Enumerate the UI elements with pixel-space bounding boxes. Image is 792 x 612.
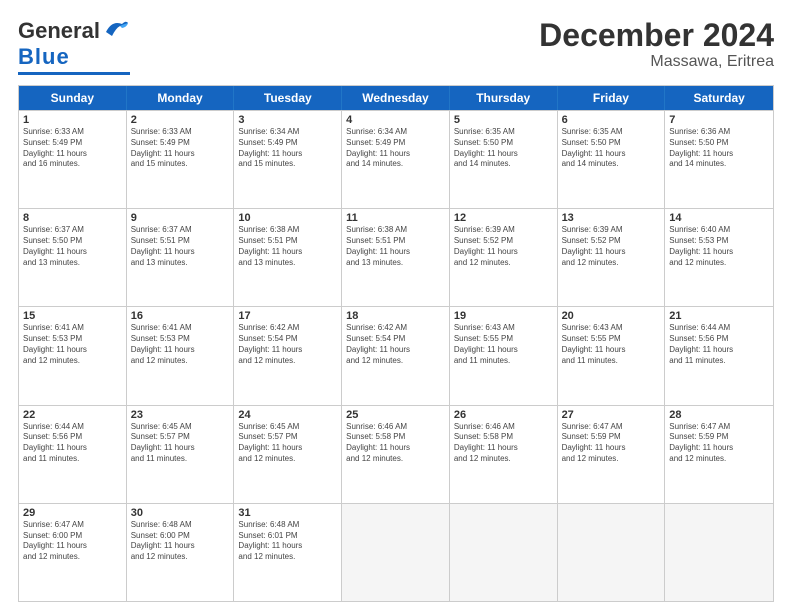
logo: General Blue xyxy=(18,18,130,75)
logo-general: General xyxy=(18,18,100,43)
header: General Blue December 2024 Massawa, Erit… xyxy=(18,18,774,75)
header-tuesday: Tuesday xyxy=(234,86,342,110)
logo-blue-text: Blue xyxy=(18,44,70,70)
day-14: 14 Sunrise: 6:40 AM Sunset: 5:53 PM Dayl… xyxy=(665,209,773,306)
day-10: 10 Sunrise: 6:38 AM Sunset: 5:51 PM Dayl… xyxy=(234,209,342,306)
day-7: 7 Sunrise: 6:36 AM Sunset: 5:50 PM Dayli… xyxy=(665,111,773,208)
empty-4 xyxy=(665,504,773,601)
day-27: 27 Sunrise: 6:47 AM Sunset: 5:59 PM Dayl… xyxy=(558,406,666,503)
day-20: 20 Sunrise: 6:43 AM Sunset: 5:55 PM Dayl… xyxy=(558,307,666,404)
day-11: 11 Sunrise: 6:38 AM Sunset: 5:51 PM Dayl… xyxy=(342,209,450,306)
week-4: 22 Sunrise: 6:44 AM Sunset: 5:56 PM Dayl… xyxy=(19,405,773,503)
day1-line2: Sunset: 5:49 PM xyxy=(23,138,122,149)
empty-1 xyxy=(342,504,450,601)
day-19: 19 Sunrise: 6:43 AM Sunset: 5:55 PM Dayl… xyxy=(450,307,558,404)
day-1: 1 Sunrise: 6:33 AM Sunset: 5:49 PM Dayli… xyxy=(19,111,127,208)
header-monday: Monday xyxy=(127,86,235,110)
day-30: 30 Sunrise: 6:48 AM Sunset: 6:00 PM Dayl… xyxy=(127,504,235,601)
day-4: 4 Sunrise: 6:34 AM Sunset: 5:49 PM Dayli… xyxy=(342,111,450,208)
day-12: 12 Sunrise: 6:39 AM Sunset: 5:52 PM Dayl… xyxy=(450,209,558,306)
header-thursday: Thursday xyxy=(450,86,558,110)
calendar-header: Sunday Monday Tuesday Wednesday Thursday… xyxy=(19,86,773,110)
week-5: 29 Sunrise: 6:47 AM Sunset: 6:00 PM Dayl… xyxy=(19,503,773,601)
day-23: 23 Sunrise: 6:45 AM Sunset: 5:57 PM Dayl… xyxy=(127,406,235,503)
day-24: 24 Sunrise: 6:45 AM Sunset: 5:57 PM Dayl… xyxy=(234,406,342,503)
day-13: 13 Sunrise: 6:39 AM Sunset: 5:52 PM Dayl… xyxy=(558,209,666,306)
day-8: 8 Sunrise: 6:37 AM Sunset: 5:50 PM Dayli… xyxy=(19,209,127,306)
empty-2 xyxy=(450,504,558,601)
page: General Blue December 2024 Massawa, Erit… xyxy=(0,0,792,612)
day1-line1: Sunrise: 6:33 AM xyxy=(23,127,122,138)
day-31: 31 Sunrise: 6:48 AM Sunset: 6:01 PM Dayl… xyxy=(234,504,342,601)
header-friday: Friday xyxy=(558,86,666,110)
header-sunday: Sunday xyxy=(19,86,127,110)
day-15: 15 Sunrise: 6:41 AM Sunset: 5:53 PM Dayl… xyxy=(19,307,127,404)
week-3: 15 Sunrise: 6:41 AM Sunset: 5:53 PM Dayl… xyxy=(19,306,773,404)
day-28: 28 Sunrise: 6:47 AM Sunset: 5:59 PM Dayl… xyxy=(665,406,773,503)
logo-text: General xyxy=(18,18,100,44)
title-section: December 2024 Massawa, Eritrea xyxy=(539,18,774,71)
header-saturday: Saturday xyxy=(665,86,773,110)
header-wednesday: Wednesday xyxy=(342,86,450,110)
day-3: 3 Sunrise: 6:34 AM Sunset: 5:49 PM Dayli… xyxy=(234,111,342,208)
day-21: 21 Sunrise: 6:44 AM Sunset: 5:56 PM Dayl… xyxy=(665,307,773,404)
logo-bird-icon xyxy=(102,18,130,40)
day-6: 6 Sunrise: 6:35 AM Sunset: 5:50 PM Dayli… xyxy=(558,111,666,208)
page-subtitle: Massawa, Eritrea xyxy=(539,53,774,71)
calendar: Sunday Monday Tuesday Wednesday Thursday… xyxy=(18,85,774,602)
empty-3 xyxy=(558,504,666,601)
week-2: 8 Sunrise: 6:37 AM Sunset: 5:50 PM Dayli… xyxy=(19,208,773,306)
day1-line3: Daylight: 11 hours xyxy=(23,149,122,160)
calendar-body: 1 Sunrise: 6:33 AM Sunset: 5:49 PM Dayli… xyxy=(19,110,773,601)
day-9: 9 Sunrise: 6:37 AM Sunset: 5:51 PM Dayli… xyxy=(127,209,235,306)
day-2: 2 Sunrise: 6:33 AM Sunset: 5:49 PM Dayli… xyxy=(127,111,235,208)
day-29: 29 Sunrise: 6:47 AM Sunset: 6:00 PM Dayl… xyxy=(19,504,127,601)
day-5: 5 Sunrise: 6:35 AM Sunset: 5:50 PM Dayli… xyxy=(450,111,558,208)
day-22: 22 Sunrise: 6:44 AM Sunset: 5:56 PM Dayl… xyxy=(19,406,127,503)
day-18: 18 Sunrise: 6:42 AM Sunset: 5:54 PM Dayl… xyxy=(342,307,450,404)
day-16: 16 Sunrise: 6:41 AM Sunset: 5:53 PM Dayl… xyxy=(127,307,235,404)
day-26: 26 Sunrise: 6:46 AM Sunset: 5:58 PM Dayl… xyxy=(450,406,558,503)
day1-line4: and 16 minutes. xyxy=(23,159,122,170)
day-17: 17 Sunrise: 6:42 AM Sunset: 5:54 PM Dayl… xyxy=(234,307,342,404)
page-title: December 2024 xyxy=(539,18,774,53)
week-1: 1 Sunrise: 6:33 AM Sunset: 5:49 PM Dayli… xyxy=(19,110,773,208)
day-25: 25 Sunrise: 6:46 AM Sunset: 5:58 PM Dayl… xyxy=(342,406,450,503)
